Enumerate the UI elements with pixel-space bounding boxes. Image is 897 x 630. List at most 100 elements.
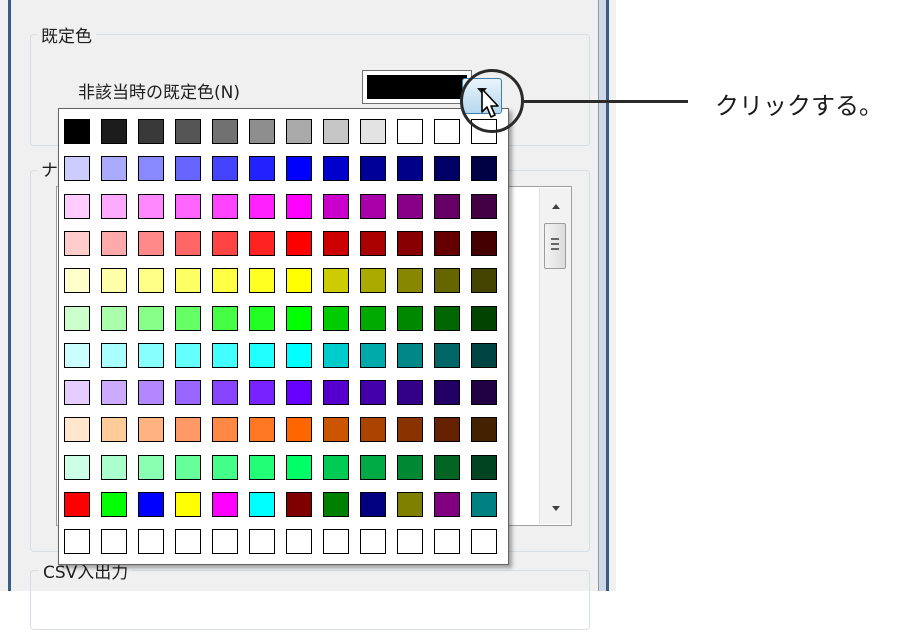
color-swatch[interactable]: [138, 417, 164, 443]
color-swatch[interactable]: [64, 529, 90, 555]
color-swatch[interactable]: [323, 193, 349, 219]
color-swatch[interactable]: [64, 380, 90, 406]
color-swatch[interactable]: [323, 156, 349, 182]
color-swatch[interactable]: [323, 529, 349, 555]
color-swatch[interactable]: [434, 529, 460, 555]
color-swatch[interactable]: [323, 268, 349, 294]
color-swatch[interactable]: [249, 380, 275, 406]
scroll-thumb[interactable]: [544, 223, 566, 269]
color-swatch[interactable]: [138, 342, 164, 368]
color-swatch[interactable]: [286, 268, 312, 294]
color-swatch[interactable]: [323, 230, 349, 256]
color-swatch[interactable]: [138, 492, 164, 517]
color-swatch[interactable]: [101, 193, 127, 219]
color-swatch[interactable]: [212, 268, 238, 294]
color-swatch[interactable]: [138, 156, 164, 182]
color-swatch[interactable]: [360, 230, 386, 256]
listbox-scrollbar[interactable]: [539, 188, 571, 524]
color-swatch[interactable]: [471, 342, 497, 368]
color-swatch[interactable]: [175, 268, 201, 294]
color-swatch[interactable]: [286, 417, 312, 443]
color-swatch[interactable]: [360, 342, 386, 368]
color-swatch[interactable]: [138, 305, 164, 331]
color-swatch[interactable]: [175, 492, 201, 517]
color-swatch[interactable]: [175, 193, 201, 219]
color-swatch[interactable]: [249, 193, 275, 219]
color-swatch[interactable]: [64, 119, 90, 144]
color-swatch[interactable]: [175, 230, 201, 256]
color-swatch[interactable]: [286, 193, 312, 219]
color-swatch[interactable]: [64, 268, 90, 294]
color-swatch[interactable]: [434, 417, 460, 443]
color-swatch[interactable]: [212, 156, 238, 182]
color-swatch[interactable]: [397, 268, 423, 294]
color-swatch[interactable]: [101, 342, 127, 368]
color-swatch[interactable]: [397, 193, 423, 219]
color-swatch[interactable]: [138, 230, 164, 256]
color-swatch[interactable]: [175, 380, 201, 406]
color-swatch[interactable]: [360, 305, 386, 331]
color-palette-popup[interactable]: [58, 108, 509, 565]
color-swatch[interactable]: [249, 268, 275, 294]
color-swatch[interactable]: [286, 380, 312, 406]
color-swatch[interactable]: [249, 417, 275, 443]
color-swatch[interactable]: [323, 119, 349, 144]
color-swatch[interactable]: [360, 380, 386, 406]
color-swatch[interactable]: [101, 268, 127, 294]
color-swatch[interactable]: [212, 119, 238, 144]
color-swatch[interactable]: [397, 305, 423, 331]
color-swatch[interactable]: [323, 454, 349, 480]
color-swatch[interactable]: [101, 529, 127, 555]
color-swatch[interactable]: [471, 417, 497, 443]
color-swatch[interactable]: [212, 417, 238, 443]
color-swatch[interactable]: [360, 156, 386, 182]
color-swatch[interactable]: [64, 417, 90, 443]
color-swatch[interactable]: [471, 193, 497, 219]
color-swatch[interactable]: [138, 193, 164, 219]
color-swatch[interactable]: [64, 492, 90, 517]
color-swatch[interactable]: [323, 417, 349, 443]
color-swatch[interactable]: [101, 417, 127, 443]
color-swatch[interactable]: [471, 268, 497, 294]
color-swatch[interactable]: [101, 230, 127, 256]
color-swatch[interactable]: [138, 529, 164, 555]
color-swatch[interactable]: [397, 492, 423, 517]
scroll-down-arrow-icon[interactable]: [552, 506, 560, 511]
color-swatch[interactable]: [212, 230, 238, 256]
color-swatch[interactable]: [286, 156, 312, 182]
color-swatch[interactable]: [471, 305, 497, 331]
color-swatch[interactable]: [434, 119, 460, 144]
color-swatch[interactable]: [471, 156, 497, 182]
color-swatch[interactable]: [434, 454, 460, 480]
color-swatch[interactable]: [397, 454, 423, 480]
scroll-up-arrow-icon[interactable]: [552, 204, 560, 209]
color-swatch[interactable]: [249, 454, 275, 480]
color-swatch[interactable]: [64, 305, 90, 331]
color-swatch[interactable]: [360, 529, 386, 555]
color-swatch[interactable]: [286, 492, 312, 517]
color-swatch[interactable]: [101, 454, 127, 480]
color-swatch[interactable]: [397, 529, 423, 555]
color-swatch[interactable]: [286, 529, 312, 555]
color-swatch[interactable]: [471, 230, 497, 256]
color-swatch[interactable]: [360, 193, 386, 219]
color-swatch[interactable]: [212, 492, 238, 517]
color-swatch[interactable]: [397, 380, 423, 406]
color-swatch[interactable]: [434, 380, 460, 406]
color-swatch[interactable]: [249, 529, 275, 555]
color-swatch[interactable]: [286, 230, 312, 256]
color-swatch[interactable]: [212, 305, 238, 331]
color-swatch[interactable]: [434, 305, 460, 331]
color-swatch[interactable]: [360, 454, 386, 480]
color-swatch[interactable]: [249, 156, 275, 182]
color-swatch[interactable]: [471, 492, 497, 517]
color-swatch[interactable]: [397, 230, 423, 256]
color-swatch[interactable]: [138, 454, 164, 480]
color-swatch[interactable]: [471, 529, 497, 555]
color-swatch[interactable]: [64, 342, 90, 368]
color-swatch[interactable]: [175, 417, 201, 443]
color-swatch[interactable]: [64, 156, 90, 182]
color-swatch[interactable]: [397, 417, 423, 443]
color-swatch[interactable]: [101, 380, 127, 406]
color-swatch[interactable]: [286, 454, 312, 480]
